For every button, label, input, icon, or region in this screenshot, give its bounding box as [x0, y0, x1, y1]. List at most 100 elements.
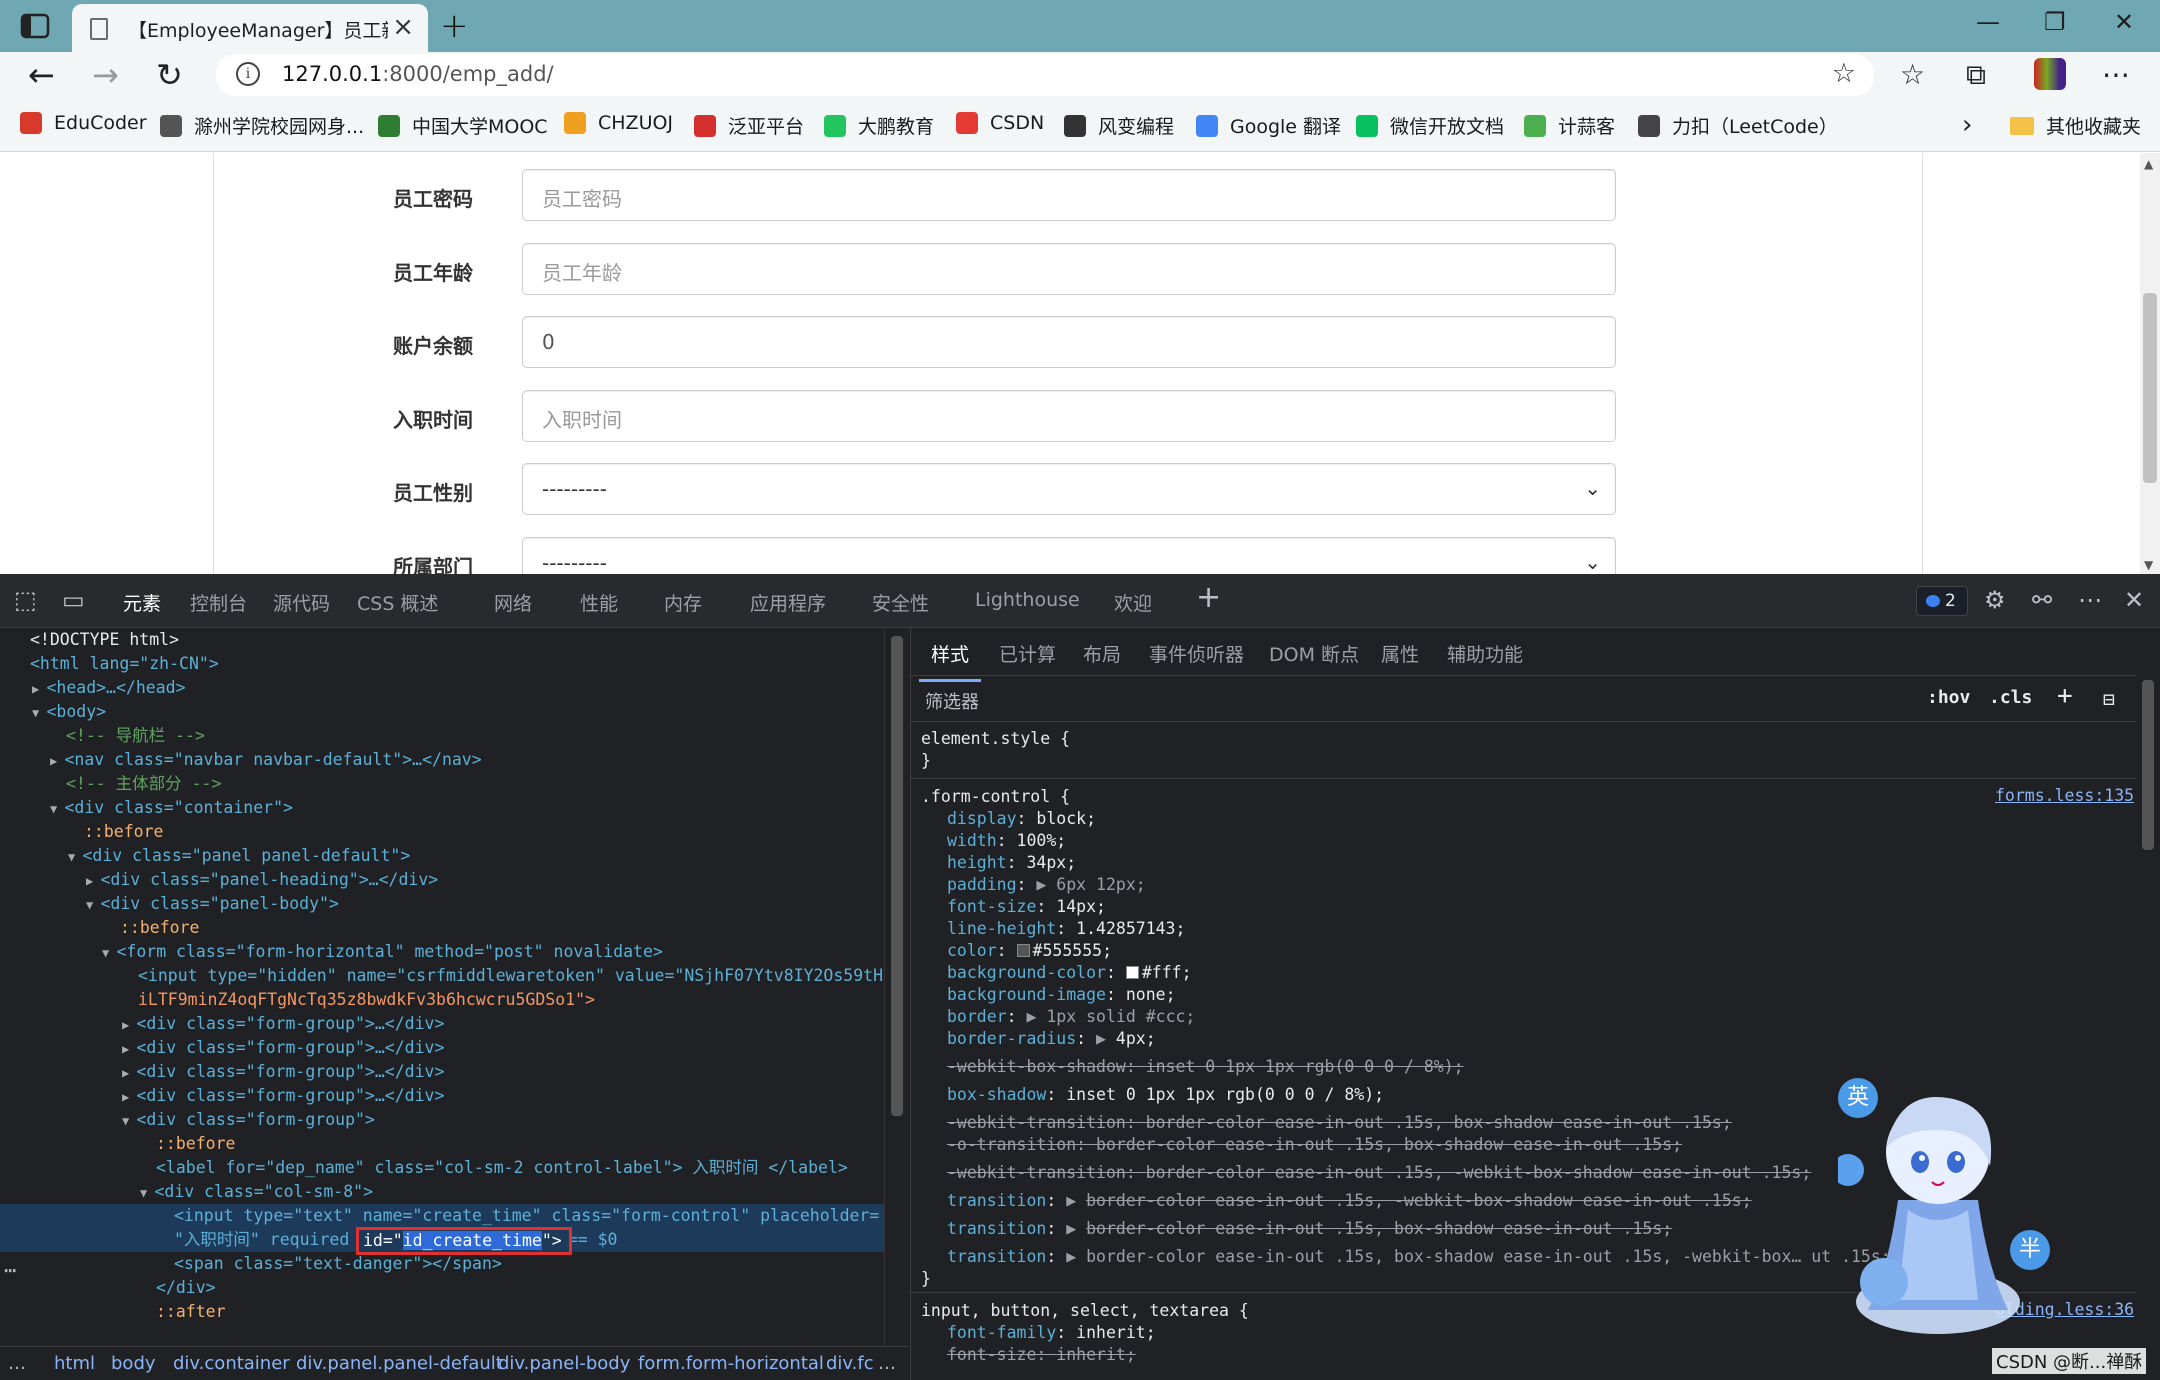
tree-node[interactable]: ▼ <div class="panel panel-default"> — [68, 844, 410, 868]
breadcrumb-item[interactable]: body — [111, 1353, 156, 1374]
breadcrumb-item[interactable]: div.panel.panel-default — [296, 1353, 503, 1374]
tree-node[interactable]: ▶ <div class="form-group">…</div> — [122, 1084, 444, 1108]
css-property[interactable]: border: ▶ 1px solid #ccc; — [947, 1006, 1195, 1028]
css-property[interactable]: background-color: #fff; — [947, 962, 1192, 984]
address-bar[interactable]: i 127.0.0.1:8000/emp_add/ ☆ — [216, 54, 1874, 96]
sidebar-toggle-icon[interactable] — [18, 10, 54, 42]
tree-node[interactable]: ▼ <div class="col-sm-8"> — [140, 1180, 373, 1204]
issues-badge[interactable]: 2 — [1916, 586, 1968, 616]
scrollbar-thumb[interactable] — [2142, 680, 2154, 850]
css-property[interactable]: transition: ▶ border-color ease-in-out .… — [947, 1218, 1672, 1240]
tree-node[interactable]: <!-- 主体部分 --> — [66, 772, 221, 796]
cls-button[interactable]: .cls — [1989, 687, 2032, 708]
tab-event-listeners[interactable]: 事件侦听器 — [1149, 640, 1244, 667]
inspect-icon[interactable]: ⬚ — [14, 586, 37, 614]
bookmark-item[interactable]: 风变编程 — [1064, 112, 1174, 139]
tree-node[interactable]: ▶ <div class="form-group">…</div> — [122, 1036, 444, 1060]
element-style-rule[interactable]: element.style { — [921, 728, 1070, 750]
window-close-icon[interactable]: ✕ — [2114, 8, 2134, 36]
other-favorites-folder[interactable]: 其他收藏夹 — [2010, 112, 2141, 139]
tree-node[interactable]: <html lang="zh-CN"> — [30, 652, 219, 676]
tree-node[interactable]: ▼ <div class="panel-body"> — [86, 892, 339, 916]
color-swatch[interactable] — [1016, 944, 1030, 957]
css-property[interactable]: transition: ▶ border-color ease-in-out .… — [947, 1246, 1891, 1268]
browser-tab[interactable]: 【EmployeeManager】员工新建 × — [72, 4, 428, 52]
info-icon[interactable]: i — [236, 62, 260, 86]
device-toolbar-icon[interactable]: ▭ — [62, 586, 85, 614]
breadcrumb-item[interactable]: form.form-horizontal — [638, 1353, 824, 1374]
bookmark-item[interactable]: 计蒜客 — [1524, 112, 1615, 139]
css-property[interactable]: color: #555555; — [947, 940, 1112, 962]
tree-node[interactable]: ▶ <div class="panel-heading">…</div> — [86, 868, 438, 892]
page-scrollbar[interactable]: ▲ ▼ — [2140, 153, 2160, 574]
breadcrumb-item[interactable]: html — [54, 1353, 95, 1374]
breadcrumb-item[interactable]: … — [8, 1353, 26, 1374]
tab-css-overview[interactable]: CSS 概述 — [357, 589, 438, 616]
tree-node[interactable]: ▶ <div class="form-group">…</div> — [122, 1060, 444, 1084]
tree-node[interactable]: <label for="dep_name" class="col-sm-2 co… — [156, 1156, 848, 1180]
css-property[interactable]: transition: ▶ border-color ease-in-out .… — [947, 1190, 1752, 1212]
breadcrumb-item[interactable]: div.panel-body — [498, 1353, 630, 1374]
css-property[interactable]: border-radius: ▶ 4px; — [947, 1028, 1156, 1050]
collections-icon[interactable]: ⧉ — [1966, 58, 1986, 92]
tree-node[interactable]: ▶ <div class="form-group">…</div> — [122, 1012, 444, 1036]
refresh-icon[interactable]: ↻ — [156, 56, 183, 94]
rule-selector[interactable]: input, button, select, textarea { — [921, 1300, 1249, 1322]
tree-node-selected[interactable]: <input type="text" name="create_time" cl… — [0, 1204, 884, 1228]
url-text[interactable]: 127.0.0.1:8000/emp_add/ — [282, 62, 554, 86]
css-property[interactable]: font-size: 14px; — [947, 896, 1106, 918]
tree-node[interactable]: ::before — [156, 1132, 235, 1156]
hov-button[interactable]: :hov — [1927, 687, 1970, 708]
bookmark-item[interactable]: 中国大学MOOC — [378, 112, 548, 139]
new-rule-icon[interactable]: + — [2057, 681, 2073, 711]
new-tab-icon[interactable]: + — [440, 6, 469, 46]
tree-node[interactable]: <span class="text-danger"></span> — [174, 1252, 502, 1276]
gear-icon[interactable]: ⚙ — [1984, 586, 2006, 614]
ime-badge[interactable]: 英 — [1838, 1078, 1878, 1118]
tab-lighthouse[interactable]: Lighthouse — [975, 589, 1080, 611]
more-options-icon[interactable]: ⋯ — [4, 1258, 16, 1282]
profile-icon[interactable] — [2034, 58, 2066, 90]
bookmark-item[interactable]: 泛亚平台 — [694, 112, 804, 139]
forward-icon[interactable]: → — [92, 56, 119, 94]
css-property[interactable]: font-family: inherit; — [947, 1322, 1156, 1344]
bookmark-item[interactable]: CSDN — [956, 112, 1044, 134]
add-tab-icon[interactable]: + — [1196, 580, 1221, 615]
color-swatch[interactable] — [1125, 966, 1139, 979]
css-property-overridden[interactable]: -webkit-transition: border-color ease-in… — [947, 1162, 1811, 1184]
breadcrumb-item[interactable]: div.container — [173, 1353, 290, 1374]
scrollbar-thumb[interactable] — [2143, 293, 2157, 483]
tree-node[interactable]: <input type="hidden" name="csrfmiddlewar… — [138, 964, 883, 988]
age-input[interactable]: 员工年龄 — [522, 243, 1616, 295]
highlighted-id-attribute[interactable]: id="id_create_time"> — [356, 1227, 572, 1255]
tab-welcome[interactable]: 欢迎 — [1114, 589, 1152, 616]
scrollbar-thumb[interactable] — [891, 636, 903, 1116]
bookmark-item[interactable]: CHZUOJ — [564, 112, 673, 134]
tree-node[interactable]: ▶ <nav class="navbar navbar-default">…</… — [50, 748, 482, 772]
tab-sources[interactable]: 源代码 — [273, 589, 330, 616]
css-property-overridden[interactable]: -webkit-box-shadow: inset 0 1px 1px rgb(… — [947, 1056, 1464, 1078]
tab-security[interactable]: 安全性 — [872, 589, 929, 616]
minimize-icon[interactable]: — — [1976, 8, 2000, 36]
scroll-up-icon[interactable]: ▲ — [2144, 157, 2153, 171]
styles-scrollbar[interactable] — [2136, 670, 2160, 1376]
css-property[interactable]: padding: ▶ 6px 12px; — [947, 874, 1146, 896]
ime-badge[interactable]: 半 — [2010, 1230, 2050, 1270]
tab-console[interactable]: 控制台 — [190, 589, 247, 616]
tab-accessibility[interactable]: 辅助功能 — [1447, 640, 1523, 667]
tree-node[interactable]: iLTF9minZ4oqFTgNcTq35z8bwdkFv3b6hcwcru5G… — [138, 988, 595, 1012]
css-property[interactable]: background-image: none; — [947, 984, 1176, 1006]
maximize-icon[interactable]: ❐ — [2044, 8, 2066, 36]
tree-node[interactable]: <!DOCTYPE html> — [30, 628, 179, 652]
css-property-overridden[interactable]: -webkit-transition: border-color ease-in… — [947, 1112, 1732, 1134]
breadcrumb-item[interactable]: … — [878, 1353, 896, 1374]
more-icon[interactable]: ⋯ — [2102, 58, 2130, 91]
tree-node[interactable]: ▼ <form class="form-horizontal" method="… — [102, 940, 663, 964]
tab-application[interactable]: 应用程序 — [750, 589, 826, 616]
tab-layout[interactable]: 布局 — [1083, 640, 1121, 667]
css-property-overridden[interactable]: -o-transition: border-color ease-in-out … — [947, 1134, 1682, 1156]
department-select[interactable]: --------- ⌄ — [522, 537, 1616, 574]
chevron-right-icon[interactable]: › — [1962, 110, 1972, 140]
tree-scrollbar[interactable] — [884, 628, 908, 1346]
tab-properties[interactable]: 属性 — [1381, 640, 1419, 667]
